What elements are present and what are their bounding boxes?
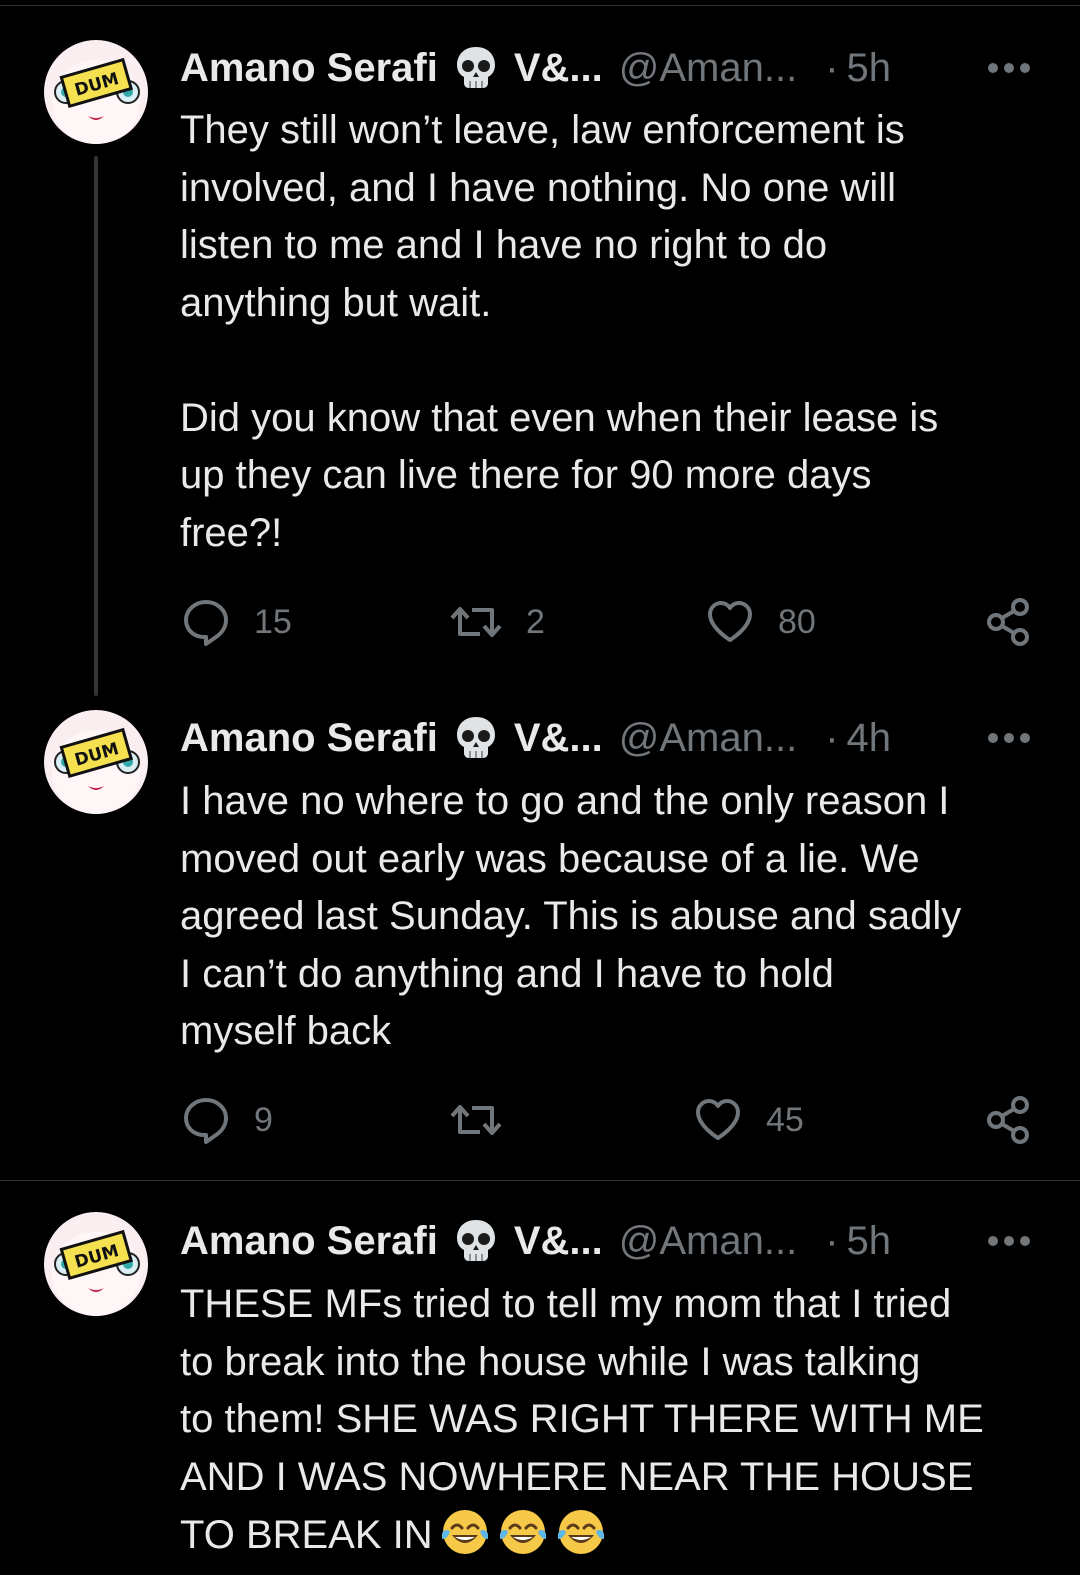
avatar-image: DUM	[44, 1212, 148, 1316]
like-count: 45	[766, 1100, 804, 1139]
share-button[interactable]	[984, 1092, 1032, 1148]
tweet-text: I have no where to go and the only reaso…	[180, 779, 962, 1053]
retweet-count: 2	[526, 602, 545, 641]
like-button[interactable]: 80	[704, 594, 816, 650]
retweet-icon	[450, 1105, 502, 1135]
author-name[interactable]: Amano Serafi	[180, 46, 438, 91]
share-button[interactable]	[984, 594, 1032, 650]
tweet-header: Amano Serafi V&... @Aman... · 5h	[180, 1213, 1080, 1269]
reply-icon	[184, 1098, 228, 1144]
author-name-suffix: V&...	[513, 45, 603, 90]
thread-connector	[94, 156, 98, 696]
tweet-actions: 15 2 80	[180, 594, 1040, 650]
tweet-text: THESE MFs tried to tell my mom that I tr…	[180, 1276, 1050, 1565]
avatar[interactable]: DUM	[44, 1212, 148, 1316]
retweet-button[interactable]	[448, 1092, 526, 1148]
avatar[interactable]: DUM	[44, 40, 148, 144]
timestamp[interactable]: 5h	[847, 1219, 892, 1264]
skull-icon	[452, 714, 500, 762]
skull-icon	[452, 1217, 500, 1265]
avatar-image: DUM	[44, 710, 148, 814]
top-divider	[0, 5, 1080, 6]
reply-button[interactable]: 15	[180, 594, 292, 650]
skull-icon	[452, 44, 500, 92]
author-name[interactable]: Amano Serafi	[180, 1219, 438, 1264]
tweet-header: Amano Serafi V&... @Aman... · 4h	[180, 710, 1080, 766]
like-count: 80	[778, 602, 816, 641]
tears-of-joy-icon	[439, 1506, 491, 1558]
tears-of-joy-icon	[555, 1506, 607, 1558]
reply-count: 9	[254, 1100, 273, 1139]
retweet-button[interactable]: 2	[448, 594, 545, 650]
author-name-suffix: V&...	[513, 1218, 603, 1263]
heart-icon	[708, 601, 752, 642]
separator-dot: ·	[825, 715, 839, 760]
author-handle[interactable]: @Aman...	[619, 1219, 797, 1264]
separator-dot: ·	[825, 1218, 839, 1263]
more-options-icon[interactable]	[984, 40, 1034, 96]
share-icon	[987, 1096, 1029, 1144]
more-options-icon[interactable]	[984, 710, 1034, 766]
avatar[interactable]: DUM	[44, 710, 148, 814]
author-handle[interactable]: @Aman...	[619, 716, 797, 761]
reply-button[interactable]: 9	[180, 1092, 273, 1148]
tweet-text: They still won’t leave, law enforcement …	[180, 108, 939, 555]
tweet-header: Amano Serafi V&... @Aman... · 5h	[180, 40, 1080, 96]
tears-of-joy-icon	[497, 1506, 549, 1558]
share-icon	[987, 598, 1029, 646]
author-name-suffix: V&...	[513, 715, 603, 760]
heart-icon	[696, 1099, 740, 1140]
author-name[interactable]: Amano Serafi	[180, 716, 438, 761]
separator-dot: ·	[825, 45, 839, 90]
retweet-icon	[450, 607, 502, 637]
tweet-divider	[0, 1180, 1080, 1181]
more-options-icon[interactable]	[984, 1213, 1034, 1269]
timestamp[interactable]: 5h	[847, 46, 892, 91]
tweet-actions: 9 45	[180, 1092, 1040, 1148]
reply-count: 15	[254, 602, 292, 641]
avatar-image: DUM	[44, 40, 148, 144]
like-button[interactable]: 45	[692, 1092, 804, 1148]
timestamp[interactable]: 4h	[847, 716, 892, 761]
author-handle[interactable]: @Aman...	[619, 46, 797, 91]
reply-icon	[184, 600, 228, 646]
